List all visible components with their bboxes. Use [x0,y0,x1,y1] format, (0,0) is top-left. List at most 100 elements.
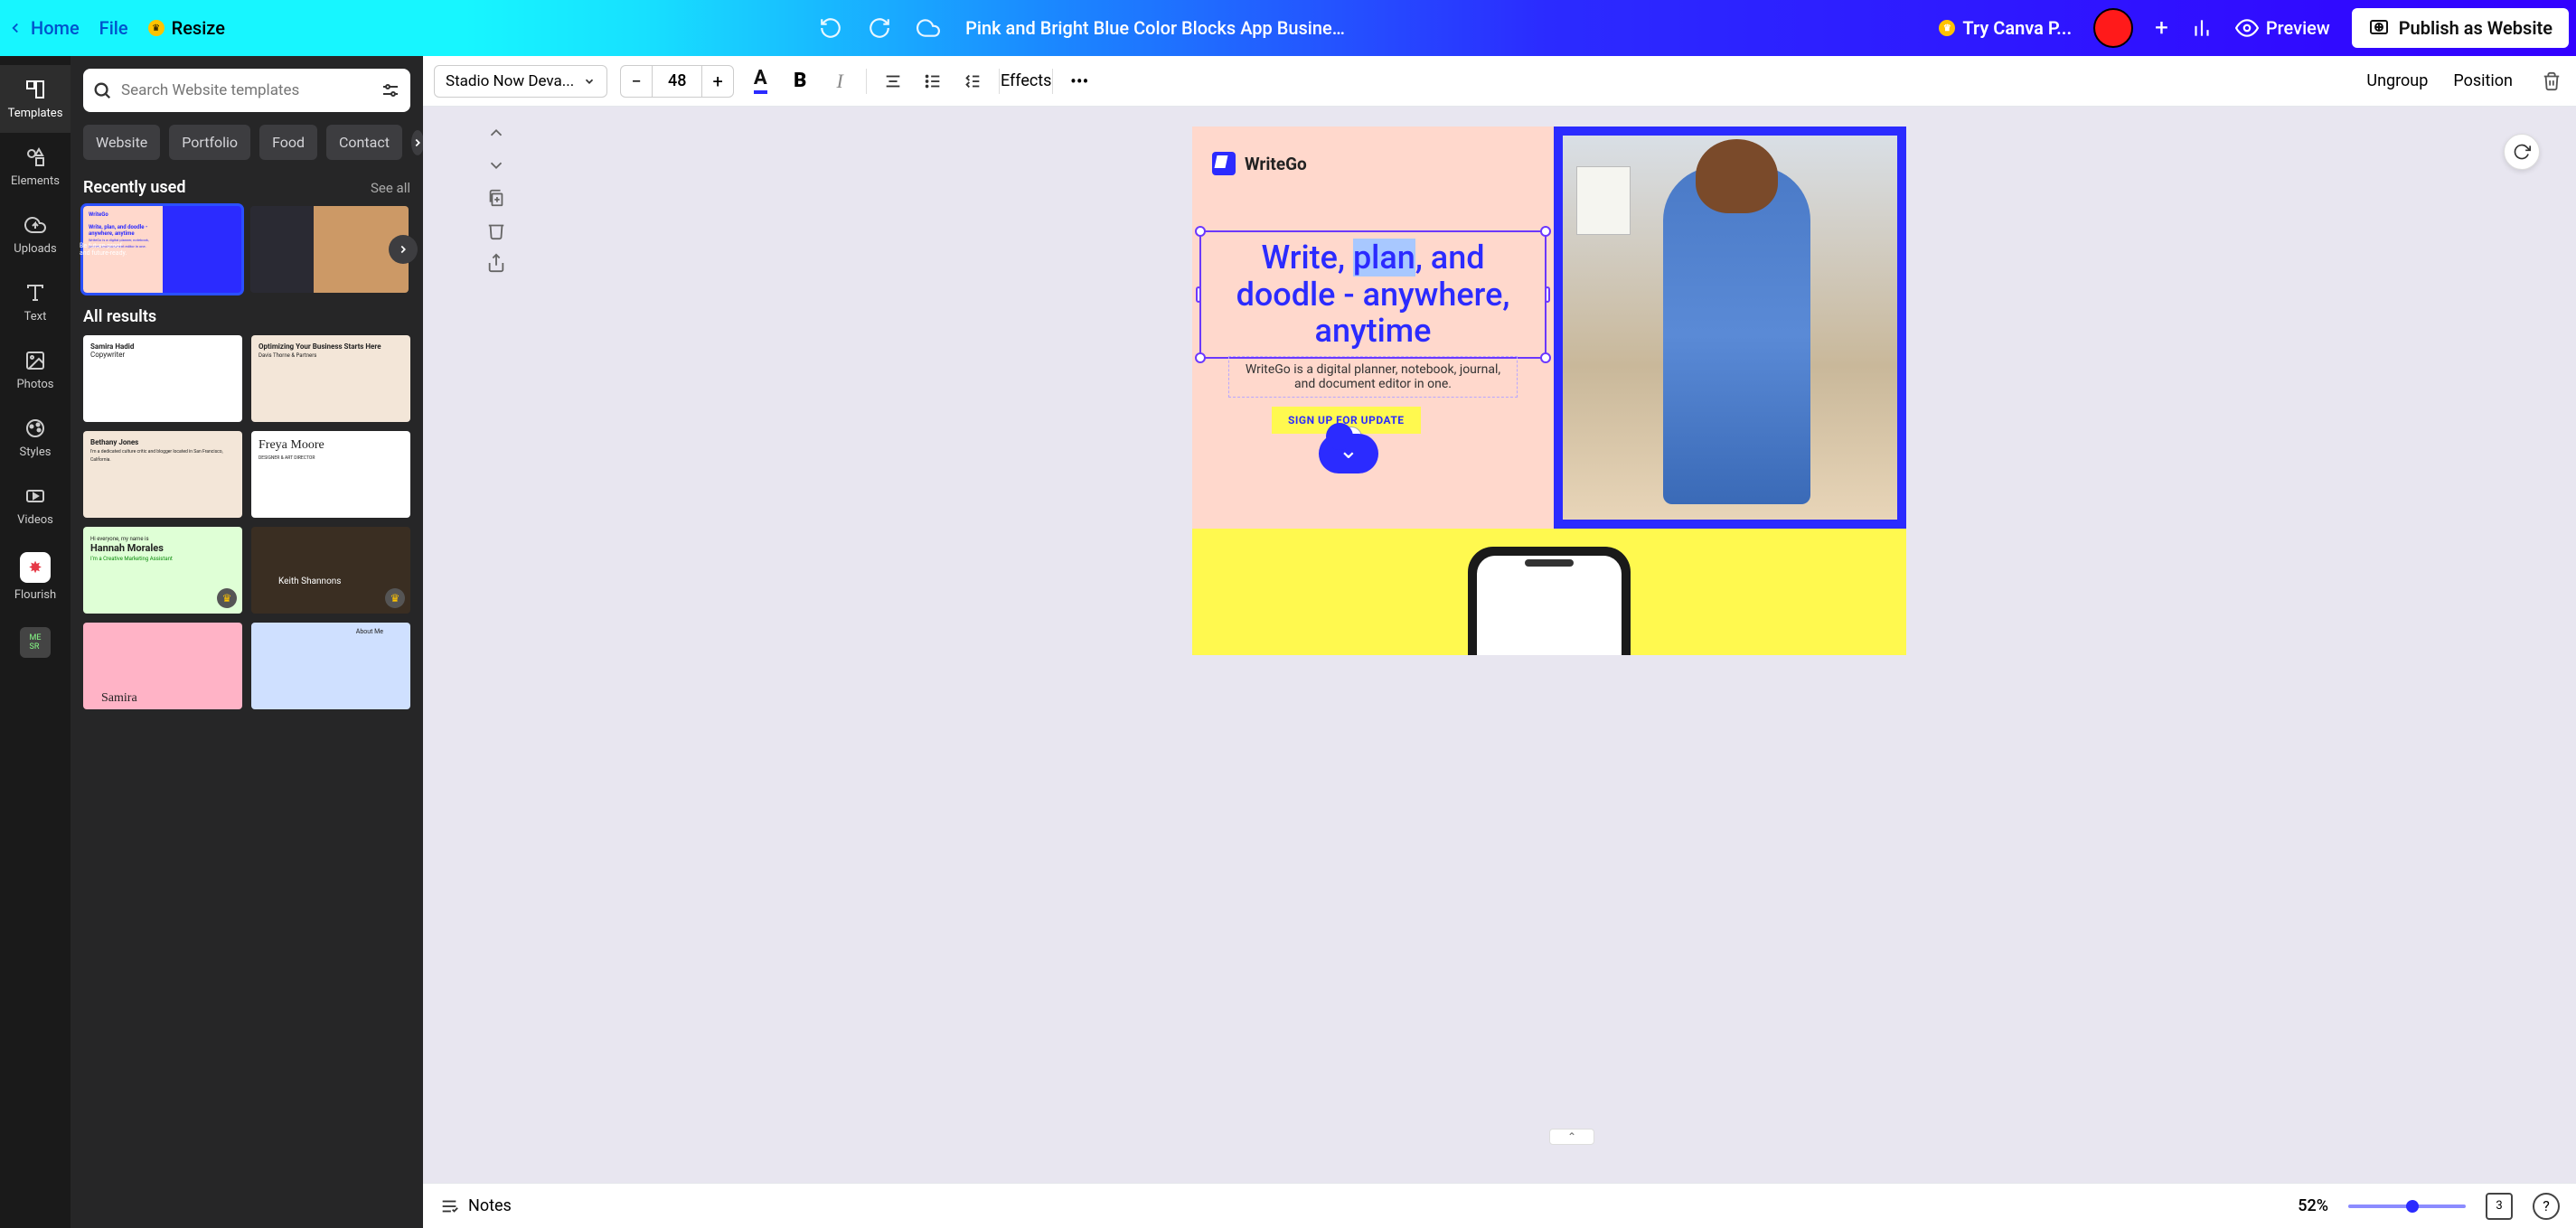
top-bar: Home File ♛ Resize Pink and Bright Blue … [0,0,2576,56]
headline-text[interactable]: Write, plan, anddoodle - anywhere, anyti… [1217,239,1528,350]
help-button[interactable]: ? [2533,1193,2560,1220]
rail-templates[interactable]: Templates [0,65,71,133]
effects-button[interactable]: Effects [1012,68,1039,95]
template-card[interactable]: Freya MooreDESIGNER & ART DIRECTOR [251,431,410,518]
chevron-left-icon [7,20,24,36]
rail-styles[interactable]: Styles [0,404,71,472]
rail-videos[interactable]: Videos [0,472,71,539]
resize-handle[interactable] [1545,286,1550,303]
publish-button[interactable]: Publish as Website [2352,8,2569,48]
search-box[interactable] [83,69,410,112]
hero-left-column: WriteGo Write, plan, anddoodle - a [1192,127,1554,529]
recent-scroll-right[interactable] [389,235,418,264]
search-input[interactable] [121,81,371,99]
chips-scroll-right[interactable] [411,130,424,155]
template-card[interactable]: Samira [83,623,242,709]
notes-label: Notes [468,1196,512,1215]
filter-icon[interactable] [380,80,401,101]
brand-name: WriteGo [1245,154,1307,174]
zoom-slider[interactable] [2348,1205,2466,1208]
eye-icon [2235,16,2259,40]
user-avatar[interactable] [2093,8,2133,48]
rail-elements[interactable]: Elements [0,133,71,201]
resize-handle[interactable] [1196,286,1201,303]
top-right-group: ♛ Try Canva P... + Preview Publish as We… [1939,8,2569,48]
flourish-icon: ✸ [20,552,51,583]
subheadline-text[interactable]: WriteGo is a digital planner, notebook, … [1228,356,1518,398]
resize-button[interactable]: ♛ Resize [148,17,225,39]
design-page[interactable]: WriteGo Write, plan, anddoodle - a [1192,127,1906,655]
chip-portfolio[interactable]: Portfolio [169,125,250,160]
chip-contact[interactable]: Contact [326,125,402,160]
regenerate-button[interactable] [2504,134,2540,170]
try-pro-button[interactable]: ♛ Try Canva P... [1939,17,2072,39]
top-left-group: Home File ♛ Resize [7,17,225,39]
insights-icon[interactable] [2190,16,2214,40]
rail-photos[interactable]: Photos [0,336,71,404]
home-label: Home [31,17,80,39]
chip-website[interactable]: Website [83,125,160,160]
rail-label: Styles [20,445,52,459]
zoom-level[interactable]: 52% [2298,1196,2328,1215]
chip-food[interactable]: Food [259,125,317,160]
rail-uploads[interactable]: Uploads [0,201,71,268]
rail-more[interactable]: MESR [0,614,71,670]
resize-handle[interactable] [1540,352,1551,363]
canvas-area[interactable]: WriteGo Write, plan, anddoodle - a [522,107,2576,1183]
home-button[interactable]: Home [7,17,80,39]
search-icon [92,80,112,100]
text-color-button[interactable]: A [747,68,774,95]
template-card[interactable]: About Me [251,623,410,709]
resize-handle[interactable] [1195,352,1206,363]
position-button[interactable]: Position [2453,71,2513,90]
undo-icon[interactable] [819,16,842,40]
share-page-icon[interactable] [486,253,506,273]
see-all-link[interactable]: See all [371,180,410,196]
template-card[interactable]: Optimizing Your Business Starts HereDavi… [251,335,410,422]
phone-mockup[interactable] [1468,547,1631,655]
template-card[interactable]: Keith Shannons♛ [251,527,410,614]
page-count-button[interactable]: 3 [2486,1193,2513,1220]
add-collaborator-button[interactable]: + [2155,14,2168,42]
preview-button[interactable]: Preview [2235,16,2330,40]
file-menu[interactable]: File [99,17,128,39]
template-card[interactable]: Samira HadidCopywriter [83,335,242,422]
uploads-icon [24,213,47,237]
delete-page-icon[interactable] [486,220,506,240]
try-pro-label: Try Canva P... [1962,17,2072,39]
rail-flourish[interactable]: ✸ Flourish [0,539,71,614]
document-title[interactable]: Pink and Bright Blue Color Blocks App Bu… [965,17,1345,39]
tool-rail: Templates Elements Uploads Text Photos S… [0,56,71,1228]
font-size-value[interactable]: 48 [652,66,702,97]
duplicate-page-icon[interactable] [486,188,506,208]
template-card[interactable]: Hi everyone, my name isHannah MoralesI'm… [83,527,242,614]
recent-template-2[interactable]: Be future-proof and future-ready. [250,206,409,293]
decrease-size-button[interactable]: − [621,66,652,97]
headline-selection-box[interactable]: Write, plan, anddoodle - anywhere, anyti… [1199,230,1547,359]
rail-text[interactable]: Text [0,268,71,336]
italic-button[interactable]: I [826,68,853,95]
chevron-down-icon[interactable] [486,155,506,175]
hero-image-frame[interactable] [1554,127,1906,529]
bold-button[interactable]: B [786,68,813,95]
chevron-up-icon[interactable] [486,123,506,143]
page-scroll-indicator[interactable]: ⌃ [1549,1129,1594,1145]
resize-handle[interactable] [1540,226,1551,237]
resize-handle[interactable] [1195,226,1206,237]
ungroup-button[interactable]: Ungroup [2366,71,2428,90]
template-card[interactable]: Bethany JonesI'm a dedicated culture cri… [83,431,242,518]
cloud-sync-icon[interactable] [917,16,940,40]
more-options-button[interactable]: ••• [1066,68,1093,95]
alignment-button[interactable] [879,68,907,95]
list-button[interactable] [919,68,946,95]
hero-photo [1563,136,1897,520]
delete-button[interactable] [2538,68,2565,95]
scroll-cloud-icon[interactable] [1319,434,1378,473]
redo-icon[interactable] [868,16,891,40]
font-selector[interactable]: Stadio Now Deva... [434,65,607,98]
spacing-button[interactable] [959,68,986,95]
recently-used-heading: Recently used [83,178,186,197]
increase-size-button[interactable]: + [702,66,733,97]
notes-button[interactable]: Notes [439,1196,512,1216]
brand-logo[interactable]: WriteGo [1212,152,1534,175]
